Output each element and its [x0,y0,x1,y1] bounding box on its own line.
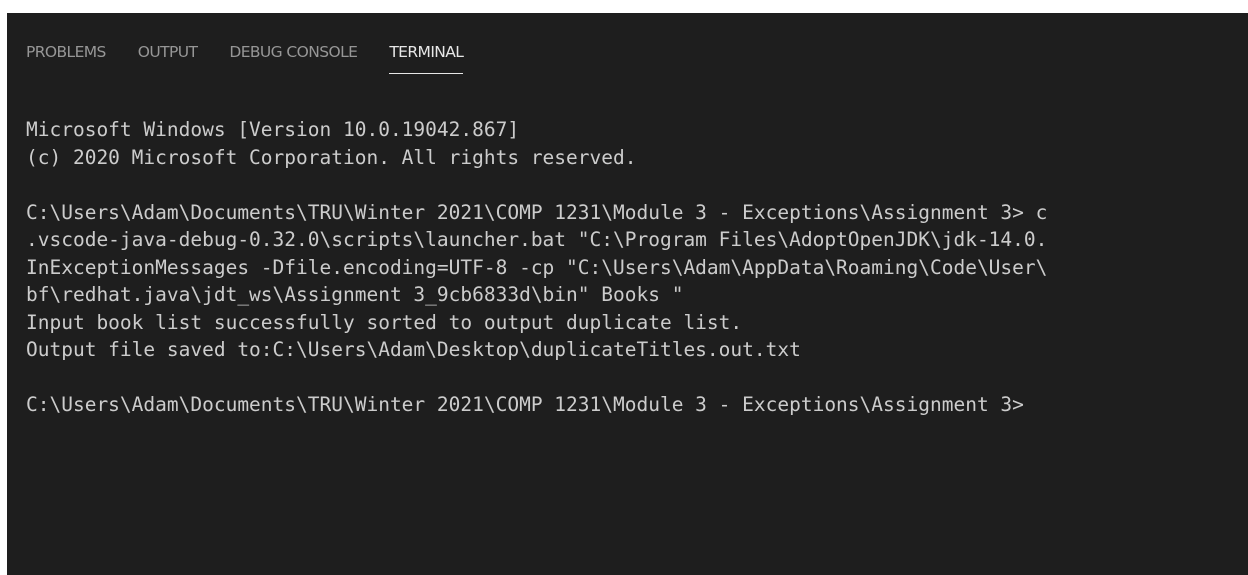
tab-debug-console[interactable]: DEBUG CONSOLE [229,40,358,80]
terminal-line: InExceptionMessages -Dfile.encoding=UTF-… [26,255,1048,279]
terminal-line: Output file saved to:C:\Users\Adam\Deskt… [26,338,801,361]
editor-edge [7,0,1248,13]
vscode-window: PROBLEMS OUTPUT DEBUG CONSOLE TERMINAL M… [0,0,1248,575]
terminal-output[interactable]: Microsoft Windows [Version 10.0.19042.86… [26,116,1248,556]
tab-output[interactable]: OUTPUT [138,40,198,80]
terminal-line: Input book list successfully sorted to o… [26,310,743,334]
tab-terminal[interactable]: TERMINAL [389,40,464,80]
tab-problems[interactable]: PROBLEMS [26,40,106,80]
terminal-line: (c) 2020 Microsoft Corporation. All righ… [26,145,637,169]
terminal-line: .vscode-java-debug-0.32.0\scripts\launch… [26,228,1048,251]
panel-tab-bar: PROBLEMS OUTPUT DEBUG CONSOLE TERMINAL [26,40,495,80]
terminal-line: bf\redhat.java\jdt_ws\Assignment 3_9cb68… [26,283,684,306]
terminal-line: C:\Users\Adam\Documents\TRU\Winter 2021\… [26,200,1048,224]
terminal-prompt: C:\Users\Adam\Documents\TRU\Winter 2021\… [26,393,1024,416]
terminal-line: Microsoft Windows [Version 10.0.19042.86… [26,118,520,141]
